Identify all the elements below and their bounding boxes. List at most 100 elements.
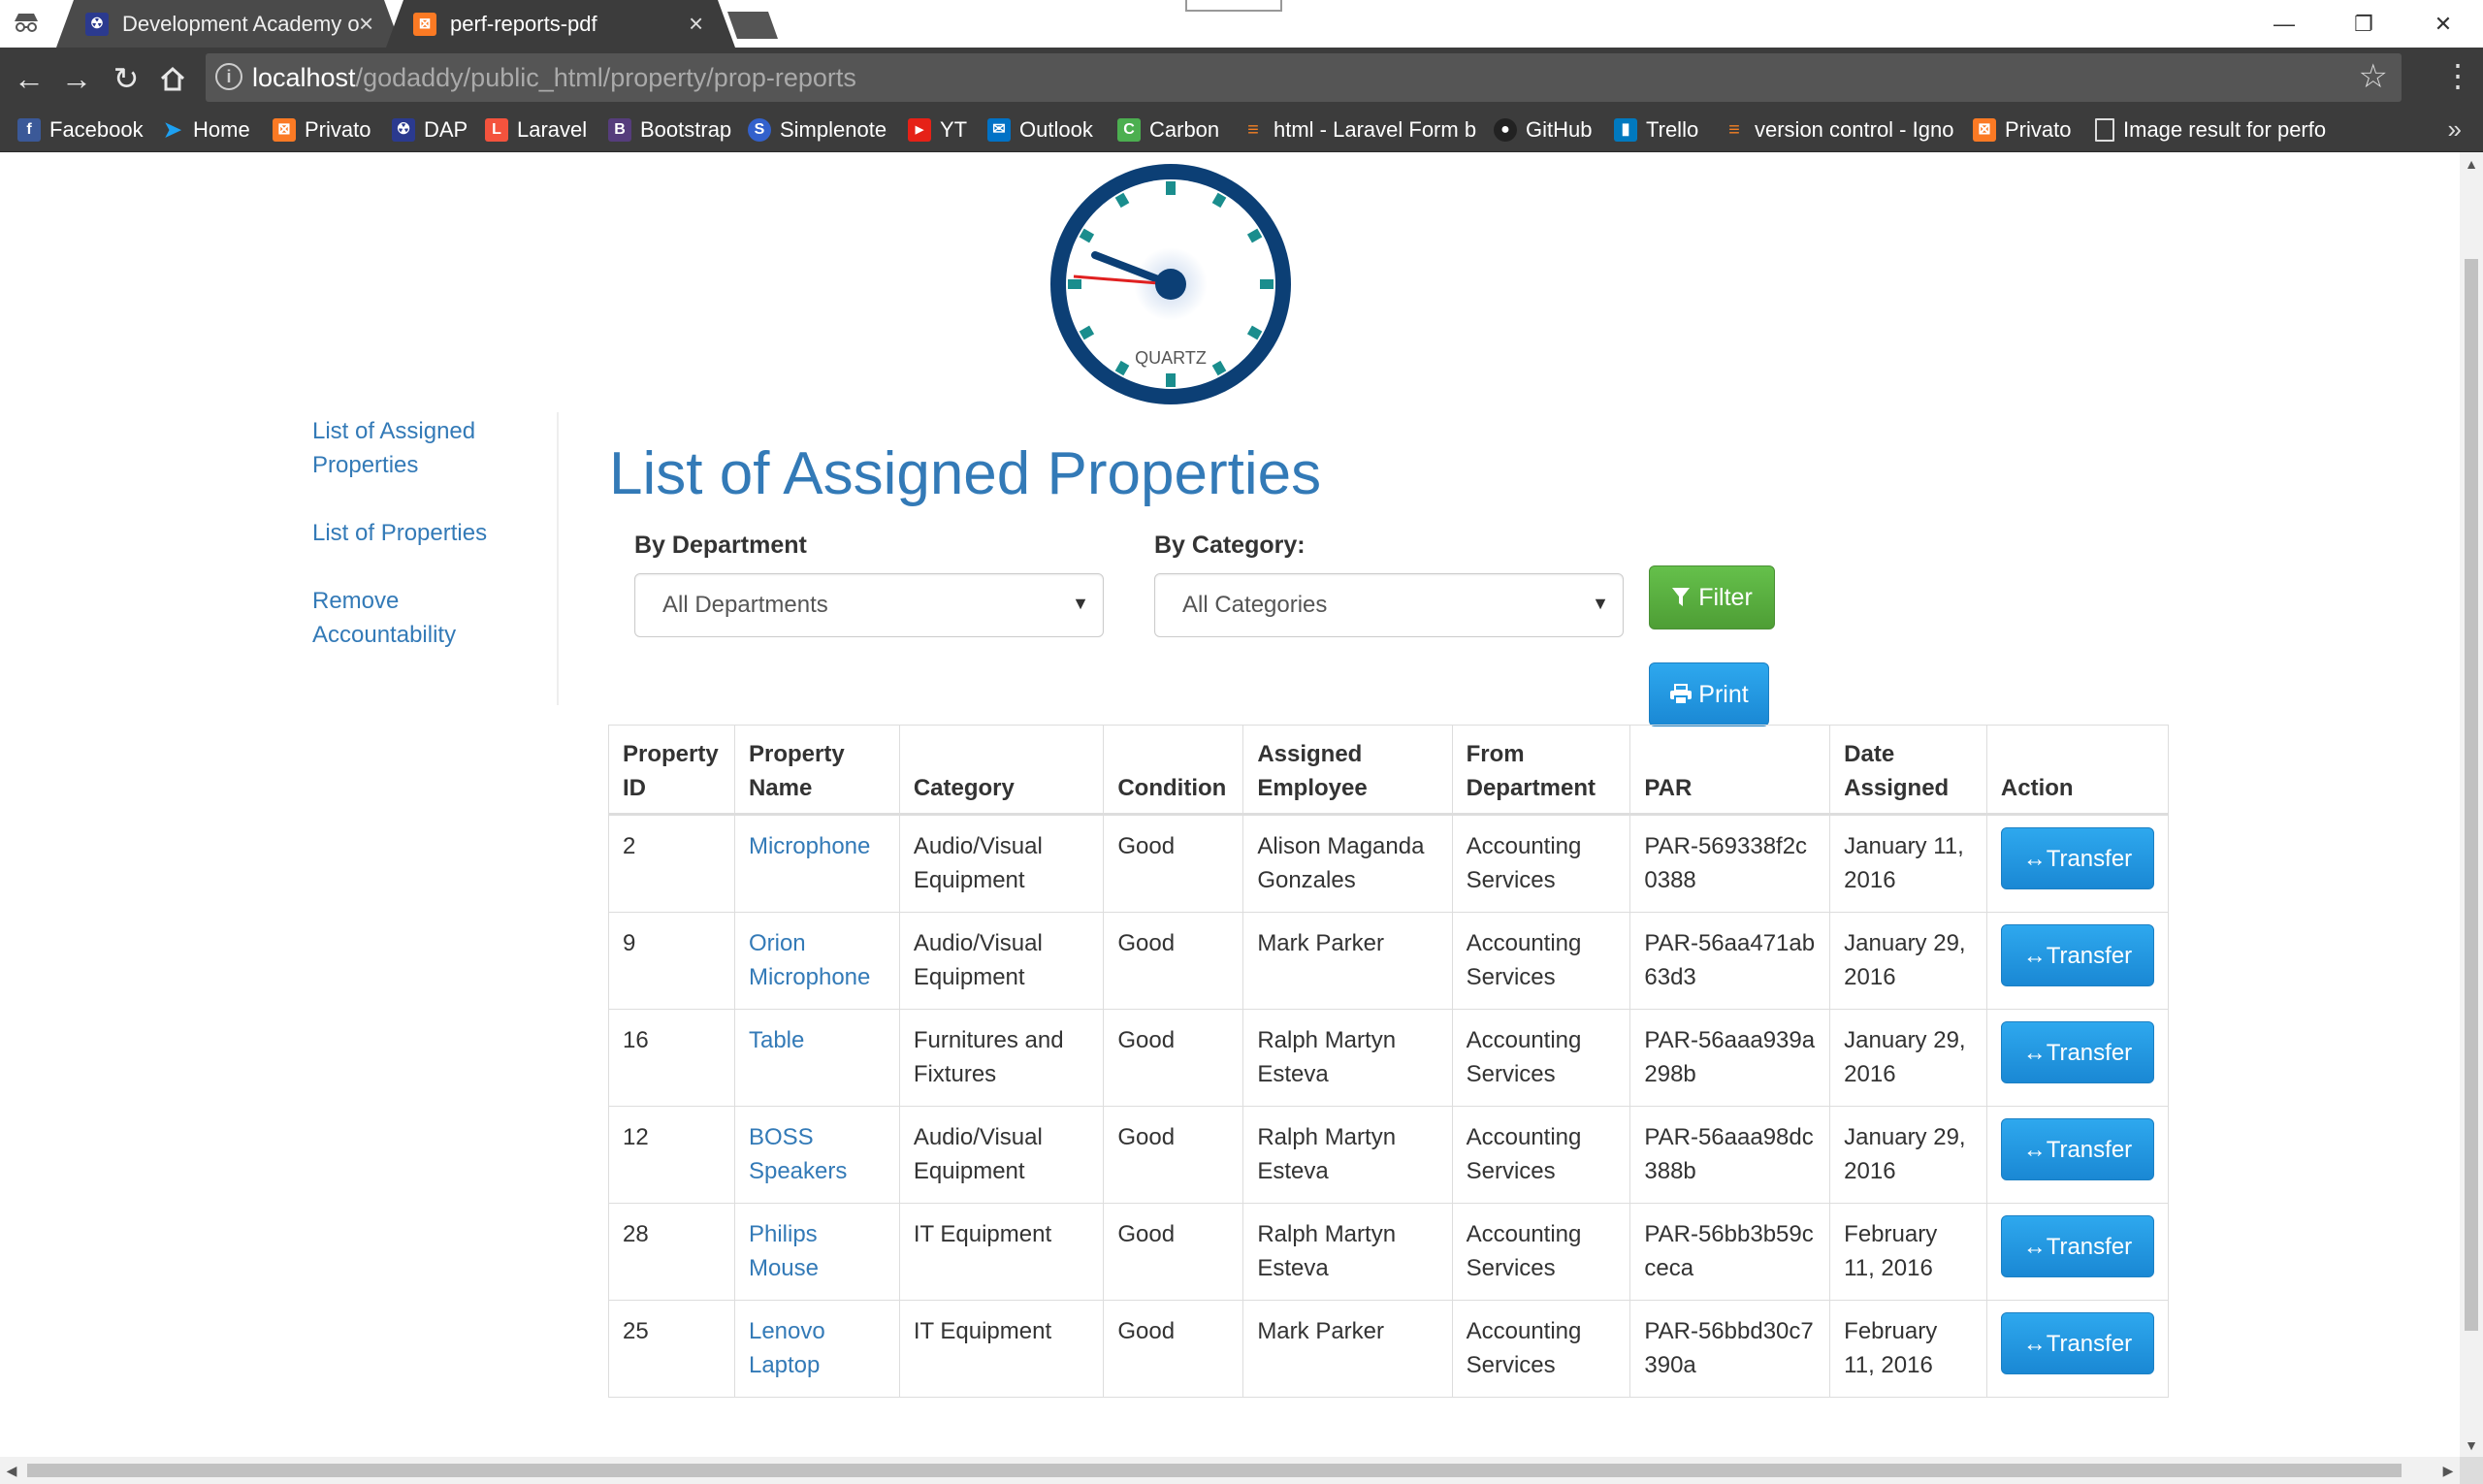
close-window-button[interactable]: ✕ (2403, 0, 2483, 48)
category-select-value: All Categories (1182, 592, 1328, 618)
column-header: PAR (1629, 725, 1831, 816)
transfer-button[interactable]: ↔Transfer (2000, 1021, 2154, 1083)
bookmark-html-laravel-form[interactable]: ≡ html - Laravel Form b (1242, 109, 1497, 151)
category-cell: Furnitures and Fixtures (898, 1009, 1105, 1107)
column-header: Assigned Employee (1242, 725, 1453, 816)
bookmark-home[interactable]: ➤ Home (161, 109, 250, 151)
employee-cell: Ralph Martyn Esteva (1242, 1106, 1453, 1204)
bookmark-dap[interactable]: ☢ DAP (392, 109, 468, 151)
facebook-icon: f (17, 118, 41, 142)
site-info-icon[interactable]: i (215, 63, 242, 90)
date-cell: January 29, 2016 (1829, 912, 1987, 1010)
transfer-button[interactable]: ↔Transfer (2000, 1215, 2154, 1277)
table-row: 9 Orion Microphone Audio/Visual Equipmen… (608, 912, 2170, 1010)
department-cell: Accounting Services (1451, 1009, 1631, 1107)
bookmark-privato-2[interactable]: ⊠ Privato (1973, 109, 2071, 151)
department-filter-label: By Department (634, 532, 807, 559)
category-select[interactable]: All Categories ▼ (1154, 573, 1624, 637)
bookmark-star-icon[interactable]: ☆ (2359, 57, 2388, 96)
home-icon[interactable] (151, 57, 194, 100)
bookmark-outlook[interactable]: ✉ Outlook (987, 109, 1093, 151)
bookmark-version-control[interactable]: ≡ version control - Igno (1723, 109, 1980, 151)
sidebar-item-properties[interactable]: List of Properties (312, 516, 555, 550)
column-header: Category (898, 725, 1105, 816)
column-header: Date Assigned (1829, 725, 1987, 816)
scrollbar-corner (2460, 1457, 2483, 1484)
transfer-button[interactable]: ↔Transfer (2000, 827, 2154, 889)
transfer-button[interactable]: ↔Transfer (2000, 924, 2154, 986)
simplenote-icon: S (748, 118, 771, 142)
sidebar-divider (557, 412, 559, 705)
property-name-link[interactable]: Microphone (749, 833, 870, 859)
filter-icon (1672, 588, 1691, 606)
browser-menu-icon[interactable]: ⋮ (2442, 57, 2473, 94)
tab-title: Development Academy o (122, 12, 360, 36)
department-cell: Accounting Services (1451, 814, 1631, 913)
tab-perf-reports-pdf[interactable]: ⊠ perf-reports-pdf × (386, 0, 735, 48)
property-name-link[interactable]: Table (749, 1027, 804, 1053)
property-id: 9 (608, 912, 735, 1010)
property-id: 2 (608, 814, 735, 913)
restore-button[interactable]: ❐ (2324, 0, 2403, 48)
property-name-link[interactable]: BOSS Speakers (749, 1124, 847, 1184)
category-cell: Audio/Visual Equipment (898, 912, 1105, 1010)
scroll-down-icon[interactable]: ▼ (2460, 1434, 2483, 1457)
github-icon: ● (1494, 118, 1517, 142)
table-row: 25 Lenovo Laptop IT Equipment Good Mark … (608, 1300, 2170, 1398)
horizontal-scrollbar[interactable]: ◀ ▶ (0, 1457, 2460, 1484)
more-bookmarks-icon[interactable]: » (2448, 114, 2462, 145)
bookmark-carbon[interactable]: C Carbon (1117, 109, 1219, 151)
dap-icon: ☢ (392, 118, 415, 142)
department-cell: Accounting Services (1451, 1203, 1631, 1301)
new-tab-button[interactable] (726, 8, 782, 41)
column-header: Property Name (733, 725, 900, 816)
assigned-properties-table: Property ID Property Name Category Condi… (608, 725, 2170, 1398)
print-button[interactable]: Print (1649, 662, 1769, 726)
transfer-button[interactable]: ↔Transfer (2000, 1312, 2154, 1374)
bookmark-yt[interactable]: ▶ YT (908, 109, 967, 151)
vertical-scroll-thumb[interactable] (2465, 259, 2478, 1331)
close-tab-icon[interactable]: × (689, 9, 703, 39)
scroll-right-icon[interactable]: ▶ (2436, 1457, 2460, 1484)
close-tab-icon[interactable]: × (359, 9, 373, 39)
property-name-link[interactable]: Orion Microphone (749, 930, 870, 990)
column-header: Action (1985, 725, 2170, 816)
sidebar-item-assigned-properties[interactable]: List of Assigned Properties (312, 414, 506, 482)
bookmark-facebook[interactable]: f Facebook (17, 109, 144, 151)
vertical-scrollbar[interactable]: ▲ ▼ (2460, 152, 2483, 1457)
employee-cell: Mark Parker (1242, 912, 1453, 1010)
scroll-left-icon[interactable]: ◀ (0, 1457, 23, 1484)
youtube-icon: ▶ (908, 118, 931, 142)
department-cell: Accounting Services (1451, 1300, 1631, 1398)
category-cell: IT Equipment (898, 1203, 1105, 1301)
back-icon[interactable]: ← (8, 57, 50, 100)
bookmark-trello[interactable]: ▮ Trello (1614, 109, 1698, 151)
forward-icon[interactable]: → (55, 57, 98, 100)
table-row: 28 Philips Mouse IT Equipment Good Ralph… (608, 1203, 2170, 1301)
tab-development-academy[interactable]: ☢ Development Academy o × (56, 0, 402, 48)
category-cell: Audio/Visual Equipment (898, 1106, 1105, 1204)
bookmark-github[interactable]: ● GitHub (1494, 109, 1592, 151)
address-bar[interactable]: i localhost/godaddy/public_html/property… (206, 53, 2402, 102)
bookmark-simplenote[interactable]: S Simplenote (748, 109, 887, 151)
date-cell: January 11, 2016 (1829, 814, 1987, 913)
table-row: 12 BOSS Speakers Audio/Visual Equipment … (608, 1106, 2170, 1204)
property-name-link[interactable]: Lenovo Laptop (749, 1318, 825, 1378)
transfer-button[interactable]: ↔Transfer (2000, 1118, 2154, 1180)
property-name-link[interactable]: Philips Mouse (749, 1221, 819, 1281)
reload-icon[interactable]: ↻ (105, 57, 147, 100)
minimize-button[interactable]: — (2244, 0, 2324, 48)
scroll-up-icon[interactable]: ▲ (2460, 152, 2483, 176)
par-cell: PAR-56aa471ab63d3 (1629, 912, 1831, 1010)
bookmark-privato[interactable]: ⊠ Privato (273, 109, 371, 151)
bookmark-bootstrap[interactable]: B Bootstrap (608, 109, 731, 151)
outlook-icon: ✉ (987, 118, 1011, 142)
bookmark-image-result[interactable]: Image result for perfo (2095, 109, 2352, 151)
bookmark-laravel[interactable]: L Laravel (485, 109, 587, 151)
sidebar-item-remove-accountability[interactable]: Remove Accountability (312, 584, 487, 652)
column-header: Property ID (608, 725, 735, 816)
horizontal-scroll-thumb[interactable] (27, 1464, 2402, 1477)
department-select[interactable]: All Departments ▼ (634, 573, 1104, 637)
filter-button[interactable]: Filter (1649, 565, 1775, 629)
page-title: List of Assigned Properties (609, 440, 1322, 507)
